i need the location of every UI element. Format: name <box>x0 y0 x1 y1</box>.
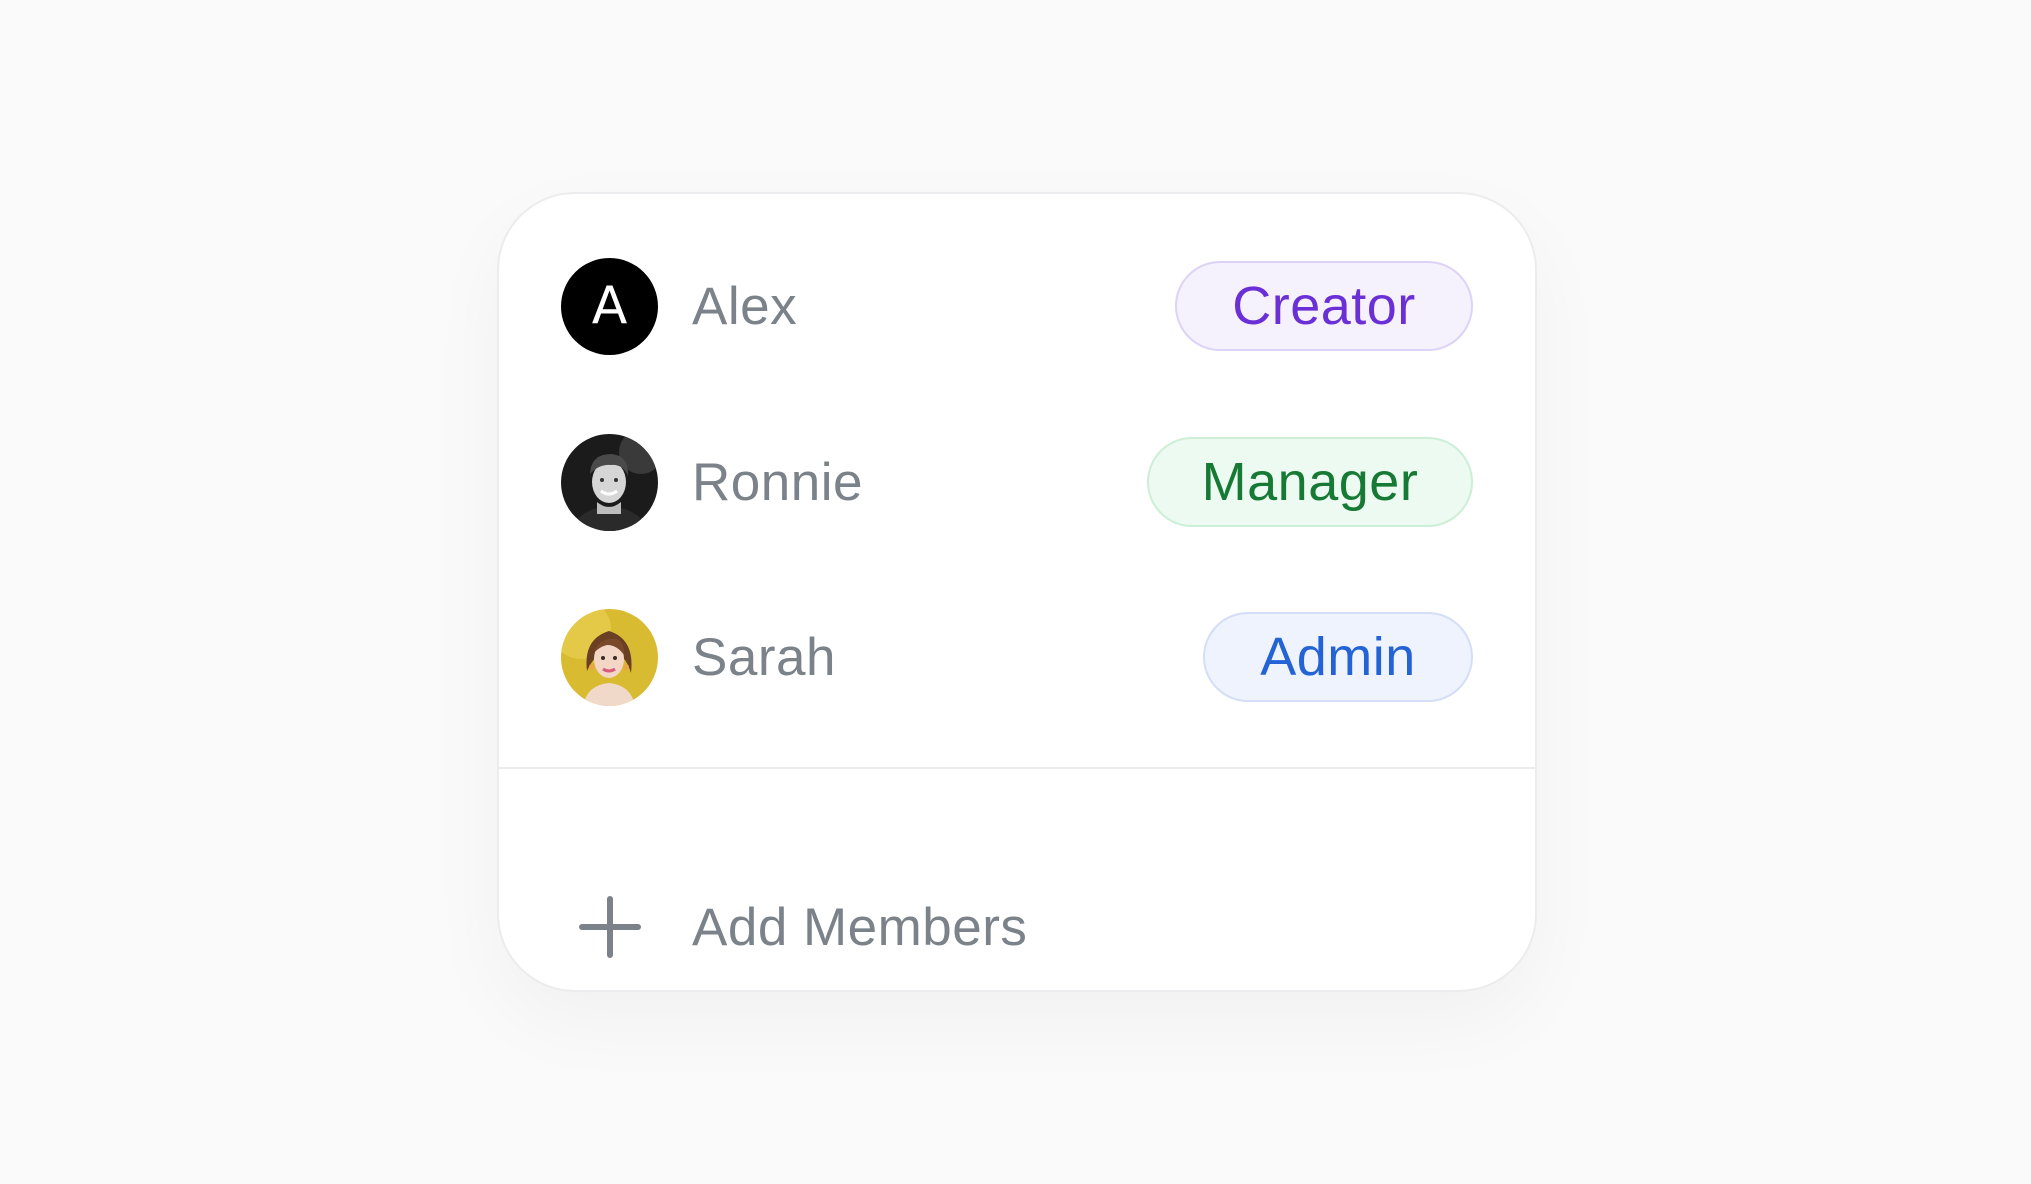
role-badge-creator[interactable]: Creator <box>1175 261 1473 351</box>
member-row-ronnie[interactable]: Ronnie Manager <box>561 432 1473 532</box>
add-members-label: Add Members <box>692 897 1028 957</box>
role-badge-admin[interactable]: Admin <box>1203 612 1473 702</box>
member-row-sarah[interactable]: Sarah Admin <box>561 607 1473 707</box>
add-members-button[interactable]: Add Members <box>561 877 1027 977</box>
page: A Alex Creator Ronnie Manager Sarah Admi… <box>0 0 2031 1184</box>
member-name: Ronnie <box>692 452 863 512</box>
plus-icon <box>561 879 658 976</box>
avatar <box>561 433 658 531</box>
woman-photo-avatar <box>561 608 658 706</box>
members-card: A Alex Creator Ronnie Manager Sarah Admi… <box>497 192 1537 992</box>
role-badge-manager[interactable]: Manager <box>1147 437 1473 527</box>
avatar: A <box>561 257 658 355</box>
member-row-alex[interactable]: A Alex Creator <box>561 256 1473 356</box>
avatar <box>561 608 658 706</box>
avatar-initial: A <box>591 276 628 336</box>
member-name: Sarah <box>692 627 836 687</box>
role-label: Admin <box>1260 627 1416 687</box>
man-photo-avatar <box>561 433 658 531</box>
role-label: Creator <box>1232 276 1416 336</box>
role-label: Manager <box>1201 452 1419 512</box>
member-list: A Alex Creator Ronnie Manager Sarah Admi… <box>499 194 1535 767</box>
member-name: Alex <box>692 276 798 336</box>
divider <box>499 767 1535 769</box>
